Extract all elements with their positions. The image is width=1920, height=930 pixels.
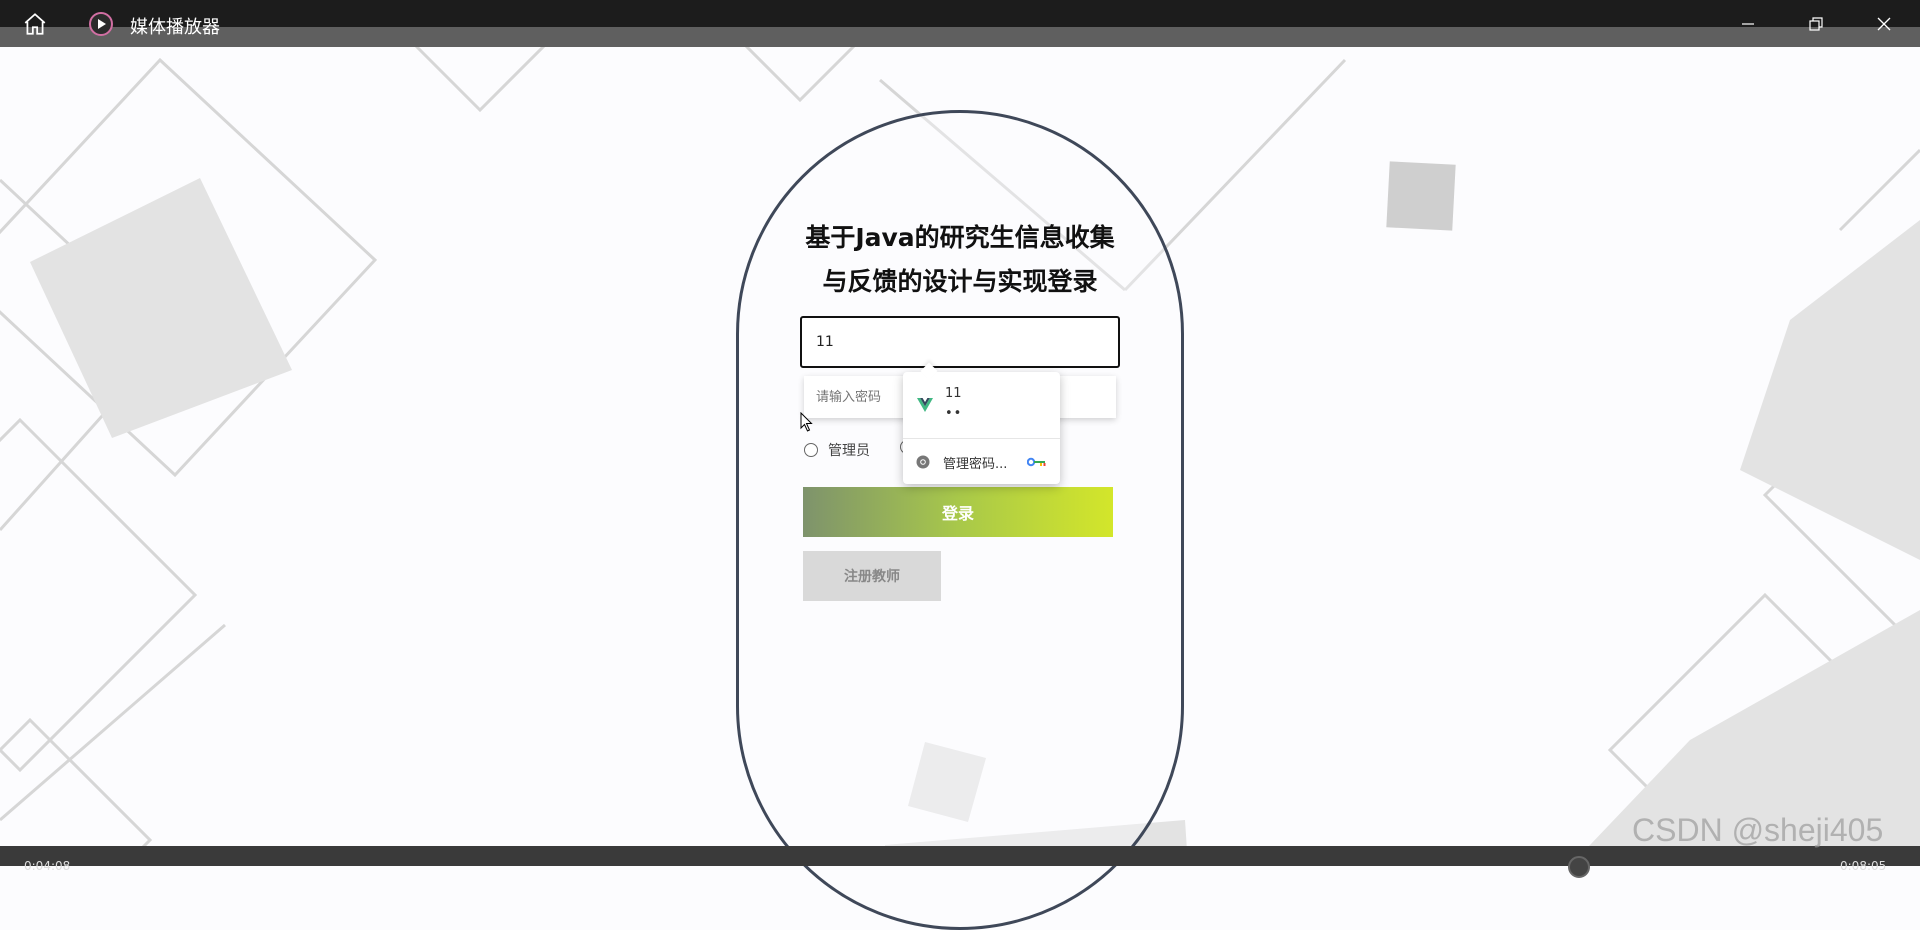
username-input[interactable] <box>800 316 1120 368</box>
autofill-password-mask: •• <box>945 406 963 421</box>
key-icon <box>1026 456 1047 471</box>
page-title: 基于Java的研究生信息收集 与反馈的设计与实现登录 <box>780 216 1140 304</box>
role-admin-option[interactable]: 管理员 <box>804 440 870 460</box>
autofill-popup: 11 •• 管理密码... <box>903 372 1060 484</box>
titlebar-band <box>0 27 1920 47</box>
app-title: 媒体播放器 <box>130 17 220 38</box>
login-button[interactable]: 登录 <box>803 487 1113 537</box>
manage-passwords-item[interactable]: 管理密码... <box>903 439 1060 484</box>
elapsed-time: 0:04:08 <box>24 859 71 873</box>
title-line-1: 基于Java的研究生信息收集 <box>805 223 1115 252</box>
restore-icon[interactable] <box>1788 0 1844 47</box>
mouse-cursor-icon <box>800 412 813 432</box>
media-player-logo-icon <box>86 0 116 47</box>
total-time: 0:08:05 <box>1840 859 1887 873</box>
role-admin-radio[interactable] <box>804 443 818 457</box>
home-icon[interactable] <box>20 0 50 47</box>
chrome-icon <box>916 455 930 473</box>
register-teacher-button[interactable]: 注册教师 <box>803 551 941 601</box>
role-admin-label: 管理员 <box>828 443 870 459</box>
minimize-icon[interactable] <box>1720 0 1776 47</box>
player-titlebar: 媒体播放器 <box>0 0 1920 47</box>
watermark: CSDN @sheji405 <box>1632 812 1884 848</box>
autofill-suggestion[interactable]: 11 •• <box>903 372 1060 439</box>
title-line-2: 与反馈的设计与实现登录 <box>822 267 1098 296</box>
close-icon[interactable] <box>1856 0 1912 47</box>
autofill-username: 11 <box>945 386 962 401</box>
player-bottombar: 0:04:08 0:08:05 <box>0 846 1920 878</box>
play-control-icon[interactable] <box>1568 856 1590 878</box>
manage-passwords-label: 管理密码... <box>943 457 1008 472</box>
vue-logo-icon <box>917 398 933 416</box>
